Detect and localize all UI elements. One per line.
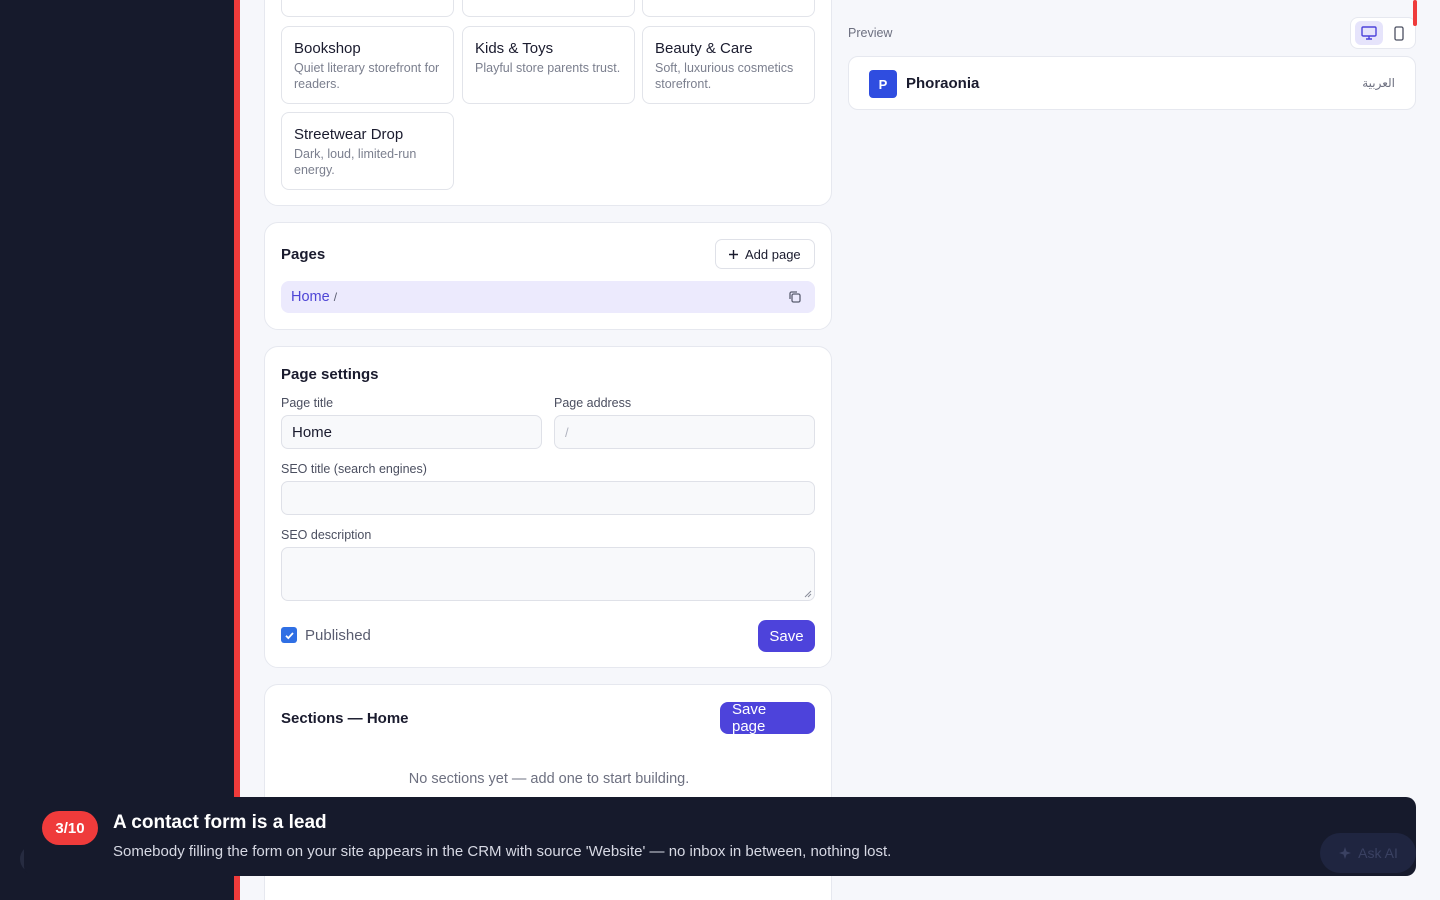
scroll-indicator[interactable]	[1413, 0, 1417, 26]
resize-grip-icon[interactable]	[804, 590, 812, 598]
check-icon	[284, 631, 294, 639]
template-tile-partial[interactable]	[281, 0, 454, 17]
template-tile-partial[interactable]	[642, 0, 815, 17]
copy-icon[interactable]	[787, 289, 803, 305]
template-desc: Soft, luxurious cosmetics storefront.	[655, 61, 794, 91]
template-tile-kids-toys[interactable]: Kids & Toys Playful store parents trust.	[462, 26, 635, 104]
page-row-home[interactable]: Home /	[281, 281, 815, 313]
ask-ai-label: Ask AI	[1358, 845, 1398, 861]
template-tile-streetwear[interactable]: Streetwear Drop Dark, loud, limited-run …	[281, 112, 454, 190]
seo-description-label: SEO description	[281, 528, 372, 542]
page-title-input[interactable]: Home	[281, 415, 542, 449]
pages-card: Pages Add page Home /	[264, 222, 832, 330]
page-row-path: /	[333, 290, 338, 304]
seo-title-input[interactable]	[281, 481, 815, 515]
published-checkbox[interactable]	[281, 627, 297, 643]
template-tile-bookshop[interactable]: Bookshop Quiet literary storefront for r…	[281, 26, 454, 104]
template-name: Streetwear Drop	[294, 126, 404, 143]
template-name: Kids & Toys	[475, 40, 554, 57]
pages-title: Pages	[281, 246, 326, 263]
step-badge: 3/10	[42, 811, 98, 845]
mobile-view-button[interactable]	[1385, 21, 1413, 45]
sparkle-icon	[1339, 847, 1352, 859]
template-tile-beauty-care[interactable]: Beauty & Care Soft, luxurious cosmetics …	[642, 26, 815, 104]
settings-title: Page settings	[281, 366, 379, 383]
ask-ai-button[interactable]: Ask AI	[1320, 833, 1416, 873]
editor-panel: Bookshop Quiet literary storefront for r…	[240, 0, 848, 900]
phone-icon	[1394, 25, 1404, 41]
template-name: Bookshop	[294, 40, 361, 57]
plus-icon	[729, 249, 738, 259]
sections-title: Sections — Home	[281, 710, 409, 727]
page-address-input[interactable]: /	[554, 415, 815, 449]
page-row-name: Home	[291, 289, 330, 305]
add-page-label: Add page	[745, 246, 801, 262]
toast-title: A contact form is a lead	[113, 812, 327, 833]
preview-header: P Phoraonia العربية	[848, 56, 1416, 110]
page-settings-card: Page settings Page title Home Page addre…	[264, 346, 832, 668]
language-switch[interactable]: العربية	[1362, 76, 1395, 90]
template-desc: Quiet literary storefront for readers.	[294, 61, 440, 91]
template-desc: Playful store parents trust.	[475, 61, 621, 75]
store-logo: P	[869, 70, 897, 98]
seo-description-textarea[interactable]	[281, 547, 815, 601]
templates-card: Bookshop Quiet literary storefront for r…	[264, 0, 832, 206]
add-page-button[interactable]: Add page	[715, 239, 815, 269]
page-address-label: Page address	[554, 396, 632, 410]
page-title-label: Page title	[281, 396, 334, 410]
preview-label: Preview	[848, 26, 893, 40]
monitor-icon	[1361, 26, 1377, 40]
template-desc: Dark, loud, limited-run energy.	[294, 147, 417, 177]
desktop-view-button[interactable]	[1355, 21, 1383, 45]
onboarding-toast: 3/10 A contact form is a lead Somebody f…	[24, 797, 1416, 876]
published-label: Published	[305, 627, 371, 644]
store-brand: Phoraonia	[906, 75, 980, 92]
template-tile-partial[interactable]	[462, 0, 635, 17]
template-name: Beauty & Care	[655, 40, 753, 57]
sidebar	[0, 0, 236, 900]
toast-body: Somebody filling the form on your site a…	[113, 843, 892, 860]
device-toggle	[1350, 17, 1416, 49]
save-page-button[interactable]: Save page	[720, 701, 815, 735]
save-button[interactable]: Save	[758, 620, 815, 652]
seo-title-label: SEO title (search engines)	[281, 462, 427, 476]
sections-empty-text: No sections yet — add one to start build…	[408, 771, 690, 787]
